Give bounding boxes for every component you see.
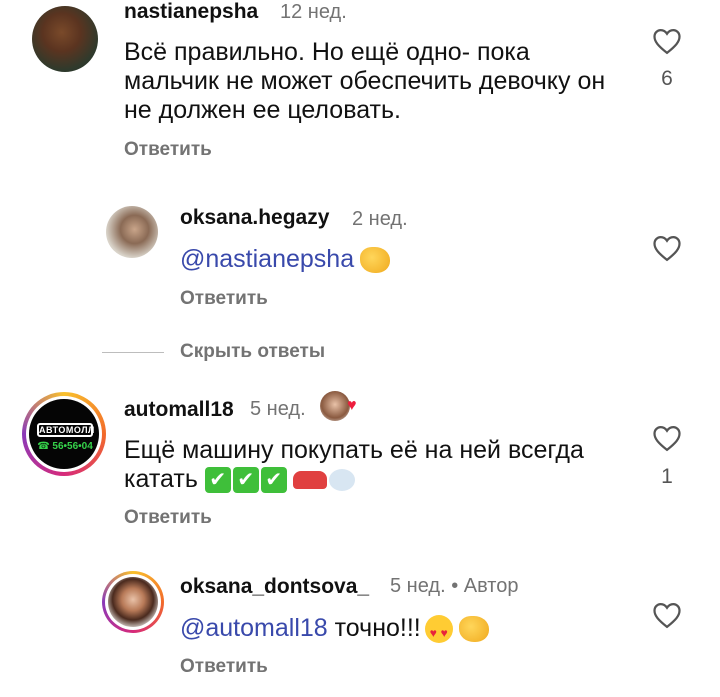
author-avatar-mini — [320, 391, 350, 421]
avatar-automall18[interactable]: АВТОМОЛЛ ☎ 56•56•04 — [22, 392, 106, 476]
comment-text: @automall18 точно!!! — [180, 614, 489, 648]
heart-outline-icon[interactable] — [652, 27, 682, 55]
check-mark-icon: ✔ — [260, 467, 287, 494]
mention-link[interactable]: @nastianepsha — [180, 245, 354, 273]
reply-button[interactable]: Ответить — [180, 656, 268, 678]
check-mark-icon: ✔ — [204, 467, 231, 494]
dash-icon — [328, 469, 355, 492]
clapping-hands-icon — [458, 616, 489, 643]
mention-link[interactable]: @automall18 — [180, 614, 328, 642]
comment-time: 2 нед. — [352, 208, 408, 230]
heart-outline-icon[interactable] — [652, 424, 682, 452]
reply-button[interactable]: Ответить — [124, 507, 212, 529]
comment-text: Всё правильно. Но ещё одно- пока мальчик… — [124, 38, 606, 124]
avatar-oksana-hegazy[interactable] — [106, 206, 158, 258]
avatar-oksana-dontsova[interactable] — [102, 571, 164, 633]
username-automall18[interactable]: automall18 — [124, 398, 234, 422]
hide-replies-button[interactable]: Скрыть ответы — [180, 341, 325, 363]
heart-outline-icon[interactable] — [652, 601, 682, 629]
avatar-phone-text: ☎ 56•56•04 — [37, 441, 93, 452]
clapping-hands-icon — [360, 247, 391, 274]
like-count: 1 — [661, 465, 673, 488]
heart-outline-icon[interactable] — [652, 234, 682, 262]
reply-button[interactable]: Ответить — [180, 288, 268, 310]
author-liked-badge: ♥ — [320, 391, 362, 421]
reply-button[interactable]: Ответить — [124, 139, 212, 161]
comment-text: @nastianepsha — [180, 245, 391, 274]
avatar-logo-text: АВТОМОЛЛ — [37, 423, 95, 437]
like-count: 6 — [661, 67, 673, 90]
heart-filled-icon: ♥ — [347, 397, 357, 414]
username-oksana-dontsova[interactable]: oksana_dontsova_ — [180, 575, 369, 599]
avatar-photo — [108, 577, 158, 627]
replies-divider — [102, 352, 164, 353]
check-mark-icon: ✔ — [232, 467, 259, 494]
comment-text-body: Ещё машину покупать её на ней всегда кат… — [124, 436, 584, 493]
car-icon — [292, 471, 327, 490]
comment-text: Ещё машину покупать её на ней всегда кат… — [124, 436, 624, 494]
avatar-logo-core: АВТОМОЛЛ ☎ 56•56•04 — [29, 399, 99, 469]
avatar-nastianepsha[interactable] — [32, 6, 98, 72]
username-oksana-hegazy[interactable]: oksana.hegazy — [180, 206, 329, 230]
heart-eyes-icon — [424, 615, 453, 648]
username-nastianepsha[interactable]: nastianepsha — [124, 0, 258, 24]
comment-text-body: точно!!! — [334, 614, 421, 642]
comment-time-author: 5 нед. • Автор — [390, 575, 519, 597]
comment-time: 5 нед. — [250, 398, 306, 420]
comment-time: 12 нед. — [280, 1, 347, 23]
